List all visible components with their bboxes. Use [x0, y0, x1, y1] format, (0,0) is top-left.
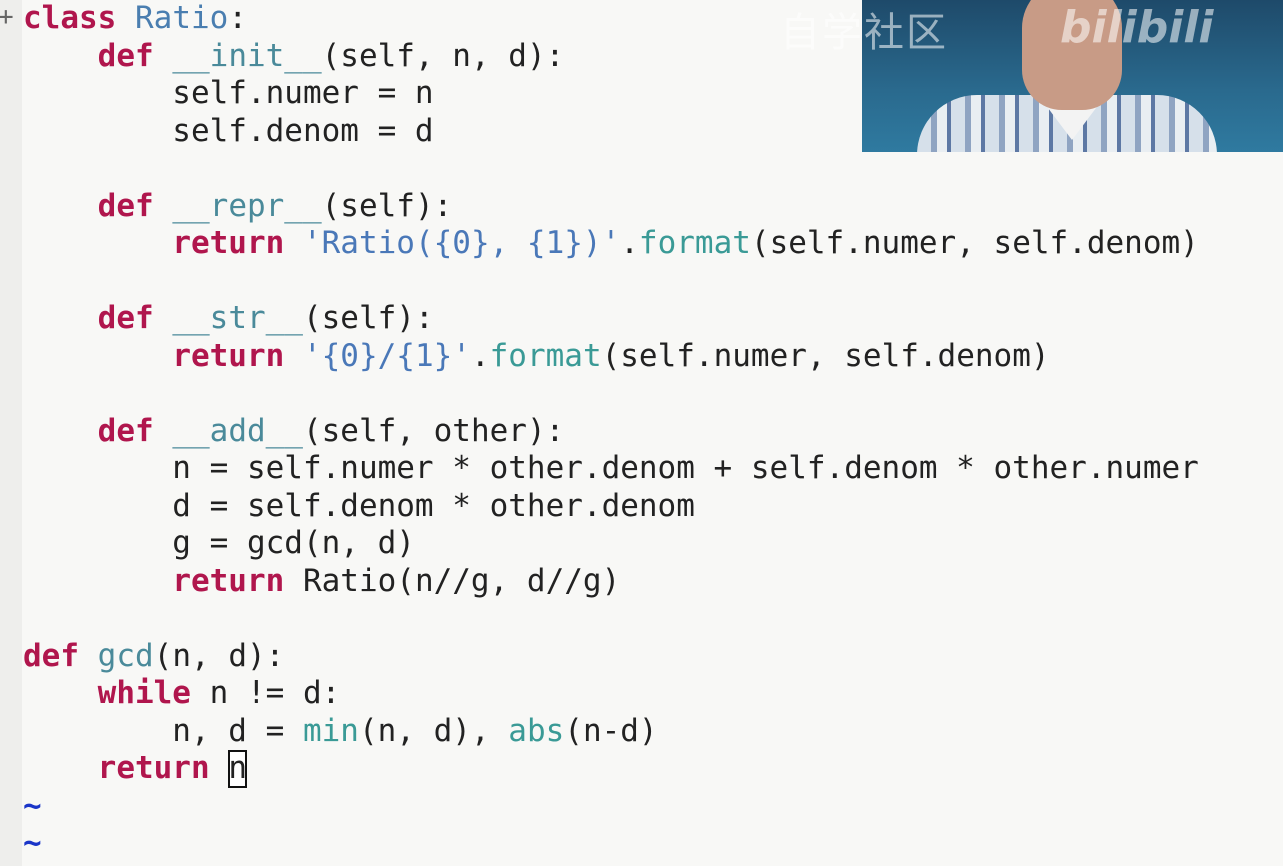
code-token: g = gcd(n, d)	[23, 525, 415, 561]
code-line[interactable]: def gcd(n, d):	[23, 638, 1199, 676]
code-token: __str__	[172, 300, 303, 336]
code-token: Ratio(n//g, d//g)	[284, 562, 621, 599]
code-token: def	[97, 412, 154, 449]
fold-marker[interactable]: +	[0, 2, 14, 32]
code-line[interactable]: return n	[23, 750, 1199, 788]
code-token: (self, other):	[302, 412, 565, 449]
code-token: def	[23, 637, 79, 674]
code-token: return	[172, 225, 285, 261]
code-token: abs	[508, 712, 565, 749]
code-token: gcd	[97, 637, 154, 674]
code-line[interactable]: d = self.denom * other.denom	[23, 488, 1199, 526]
code-line[interactable]: return Ratio(n//g, d//g)	[23, 563, 1199, 601]
code-line[interactable]: g = gcd(n, d)	[23, 525, 1199, 563]
code-token: Ratio	[135, 0, 229, 36]
code-token: n, d =	[23, 712, 303, 749]
code-token: .	[620, 225, 639, 261]
code-token: '{0}/{1}'	[302, 337, 471, 374]
code-line[interactable]: ~	[23, 825, 1199, 863]
text-cursor: n	[228, 750, 247, 788]
code-token: (n-d)	[564, 712, 658, 749]
code-token: n != d:	[190, 675, 341, 711]
code-token: self.denom = d	[23, 112, 434, 149]
code-token: return	[97, 750, 210, 786]
code-token: (self, n, d):	[321, 37, 565, 74]
code-token: __init__	[172, 37, 322, 74]
code-token: :	[228, 0, 247, 36]
code-token: return	[172, 562, 285, 599]
code-line[interactable]: return 'Ratio({0}, {1})'.format(self.num…	[23, 225, 1199, 263]
code-token: class	[23, 0, 117, 36]
code-token: .	[470, 337, 490, 374]
code-token: (self):	[321, 187, 453, 224]
code-token: while	[97, 675, 191, 711]
code-token: (self):	[302, 300, 434, 336]
code-token: (n, d),	[358, 712, 509, 749]
code-line[interactable]	[23, 150, 1199, 188]
code-line[interactable]: def __repr__(self):	[23, 188, 1199, 226]
code-line[interactable]	[23, 600, 1199, 638]
code-token: __repr__	[172, 187, 322, 224]
empty-line-marker: ~	[23, 825, 42, 861]
bilibili-logo: bilibili	[1060, 2, 1214, 53]
empty-line-marker: ~	[23, 787, 42, 824]
code-token: return	[172, 337, 285, 374]
code-line[interactable]: ~	[23, 788, 1199, 826]
code-token: (self.numer, self.denom)	[601, 337, 1050, 374]
code-token: min	[302, 712, 359, 749]
watermark-text: 自学社区	[780, 10, 948, 56]
code-token: (n, d):	[153, 637, 285, 674]
code-token: __add__	[172, 412, 303, 449]
code-line[interactable]: return '{0}/{1}'.format(self.numer, self…	[23, 338, 1199, 376]
code-line[interactable]: n = self.numer * other.denom + self.deno…	[23, 450, 1199, 488]
code-token: format	[638, 225, 751, 261]
code-token: def	[97, 37, 154, 74]
code-token: d = self.denom * other.denom	[23, 487, 695, 524]
code-token: def	[97, 300, 154, 336]
editor-gutter: +	[0, 0, 22, 866]
code-token: format	[489, 337, 602, 374]
code-token: 'Ratio({0}, {1})'	[302, 225, 621, 261]
code-line[interactable]: def __str__(self):	[23, 300, 1199, 338]
code-line[interactable]	[23, 375, 1199, 413]
code-line[interactable]	[23, 263, 1199, 301]
code-token: (self.numer, self.denom)	[750, 225, 1199, 261]
code-line[interactable]: def __add__(self, other):	[23, 413, 1199, 451]
code-token: n = self.numer * other.denom + self.deno…	[23, 450, 1199, 486]
code-line[interactable]: while n != d:	[23, 675, 1199, 713]
code-line[interactable]: n, d = min(n, d), abs(n-d)	[23, 713, 1199, 751]
code-token: def	[97, 187, 154, 224]
code-token: self.numer = n	[23, 75, 434, 111]
